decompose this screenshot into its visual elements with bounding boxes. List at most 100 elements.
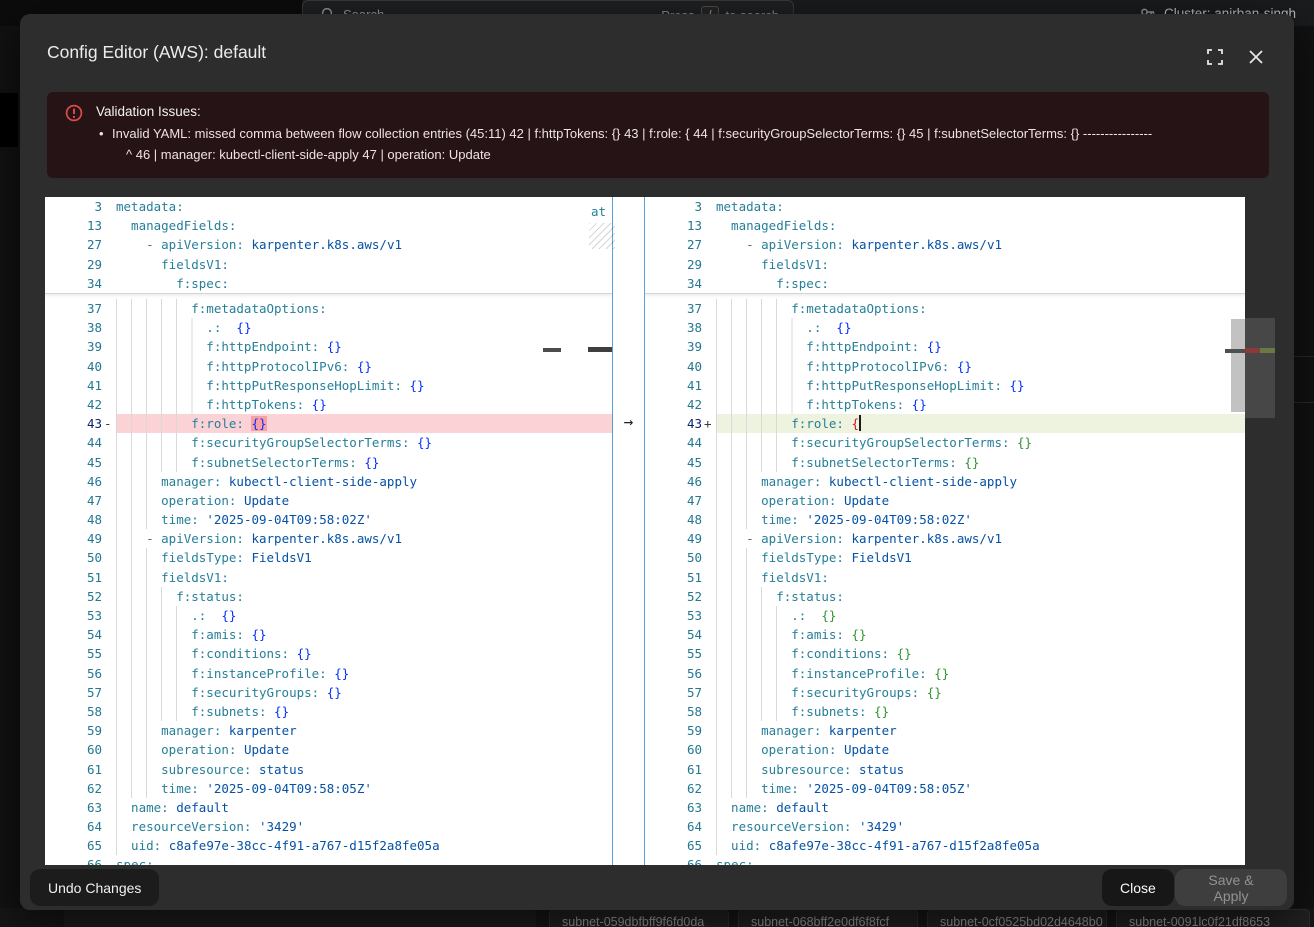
token [836, 742, 844, 757]
token: resourceVersion: [131, 819, 251, 834]
yaml-diff-editor[interactable]: 37f:metadataOptions:38.: {}39f:httpEndpo… [45, 197, 1245, 865]
code-line: 47operation: Update [45, 491, 612, 510]
token: f:amis: [191, 627, 244, 642]
token: {} [927, 685, 942, 700]
line-number: 48 [45, 510, 102, 529]
token: resourceVersion: [731, 819, 851, 834]
token [236, 742, 244, 757]
code-line: 46manager: kubectl-client-side-apply [645, 472, 1245, 491]
line-number: 39 [45, 337, 102, 356]
indent-guides [116, 299, 191, 318]
token: Update [244, 742, 289, 757]
token: - [746, 531, 761, 546]
sticky-line: 13managedFields: [645, 216, 1245, 235]
undo-changes-button[interactable]: Undo Changes [30, 869, 159, 906]
revert-diff-arrow-button[interactable]: → [613, 411, 644, 432]
indent-guides [716, 472, 761, 491]
token: status [859, 762, 904, 777]
indent-guides [116, 817, 131, 836]
token: f:httpTokens: [806, 397, 904, 412]
code-line: 54f:amis: {} [45, 625, 612, 644]
subnet-cell: subnet-068bff2e0df6f8fcf [738, 909, 918, 927]
token: {} [410, 378, 425, 393]
token [806, 608, 821, 623]
line-number: 40 [45, 357, 102, 376]
close-dialog-button[interactable] [1243, 44, 1269, 70]
scrollbar-slider-extension[interactable] [1245, 318, 1275, 418]
line-number: 61 [45, 760, 102, 779]
token: {} [327, 339, 342, 354]
config-editor-dialog: Config Editor (AWS): default Validation … [20, 14, 1294, 910]
token: {} [957, 359, 972, 374]
code-line: 57f:securityGroups: {} [45, 683, 612, 702]
token [221, 474, 229, 489]
token: '2025-09-04T09:58:05Z' [806, 781, 972, 796]
token [304, 397, 312, 412]
indent-guides [716, 606, 791, 625]
indent-guides [716, 817, 731, 836]
diff-sash[interactable] [612, 197, 645, 865]
indent-guides [116, 664, 191, 683]
token: '2025-09-04T09:58:02Z' [806, 512, 972, 527]
line-number: 60 [45, 740, 102, 759]
fullscreen-button[interactable] [1202, 44, 1228, 70]
scrollbar-slider[interactable] [1231, 319, 1245, 412]
code-line: 43+f:role: { [645, 414, 1245, 433]
code-line: 38.: {} [645, 318, 1245, 337]
token: {} [417, 435, 432, 450]
token [851, 819, 859, 834]
token: apiVersion: [761, 237, 844, 252]
token [206, 608, 221, 623]
indent-guides [116, 702, 191, 721]
indent-guides [116, 606, 191, 625]
close-button[interactable]: Close [1102, 869, 1174, 906]
line-number: 27 [645, 235, 702, 254]
modified-code-content[interactable]: 37f:metadataOptions:38.: {}39f:httpEndpo… [645, 299, 1245, 865]
token: default [776, 800, 829, 815]
token [1010, 435, 1018, 450]
code-line: 65 uid: c8afe97e-38cc-4f91-a767-d15f2a8fe… [45, 836, 612, 855]
code-line: 37f:metadataOptions: [45, 299, 612, 318]
token: c8afe97e-38cc-4f91-a767-d15f2a8fe05a [169, 838, 440, 853]
diff-pane-modified[interactable]: 37f:metadataOptions:38.: {}39f:httpEndpo… [645, 197, 1245, 865]
code-line: 44f:securityGroupSelectorTerms: {} [645, 433, 1245, 452]
original-code-content[interactable]: 37f:metadataOptions:38.: {}39f:httpEndpo… [45, 299, 612, 865]
line-number: 65 [45, 836, 102, 855]
token [319, 339, 327, 354]
token: uid: [131, 838, 161, 853]
token: karpenter.k8s.aws/v1 [251, 237, 402, 252]
code-line: 48time: '2025-09-04T09:58:02Z' [45, 510, 612, 529]
line-number: 50 [645, 548, 702, 567]
sticky-line: 3metadata: [645, 197, 1245, 216]
code-line: 62time: '2025-09-04T09:58:05Z' [45, 779, 612, 798]
token: {} [236, 320, 251, 335]
indent-guides [716, 798, 731, 817]
code-line: 46manager: kubectl-client-side-apply [45, 472, 612, 491]
indent-guides [116, 337, 206, 356]
token: .: [191, 608, 206, 623]
token: fieldsV1: [761, 570, 829, 585]
subnet-cell: subnet-0091lc0f21df8653 [1116, 909, 1310, 927]
code-line: 62time: '2025-09-04T09:58:05Z' [645, 779, 1245, 798]
diff-pane-original[interactable]: 37f:metadataOptions:38.: {}39f:httpEndpo… [45, 197, 612, 865]
token: '3429' [259, 819, 304, 834]
code-line: 66spec: [645, 855, 1245, 865]
hidden-region-hatch [589, 223, 615, 249]
line-number: 29 [645, 255, 702, 274]
sticky-line: 29fieldsV1: [645, 255, 1245, 274]
line-number: 42 [45, 395, 102, 414]
line-number: 65 [645, 836, 702, 855]
code-line: 37f:metadataOptions: [645, 299, 1245, 318]
code-line: 53.: {} [45, 606, 612, 625]
line-number: 51 [45, 568, 102, 587]
line-number: 46 [645, 472, 702, 491]
code-line: 50fieldsType: FieldsV1 [645, 548, 1245, 567]
token: '2025-09-04T09:58:05Z' [206, 781, 372, 796]
token: f:httpProtocolIPv6: [806, 359, 949, 374]
line-number: 47 [645, 491, 702, 510]
indent-guides [716, 529, 746, 548]
code-line: 39f:httpEndpoint: {} [645, 337, 1245, 356]
code-line: 61subresource: status [45, 760, 612, 779]
code-line: 51fieldsV1: [45, 568, 612, 587]
token: spec: [716, 857, 754, 865]
